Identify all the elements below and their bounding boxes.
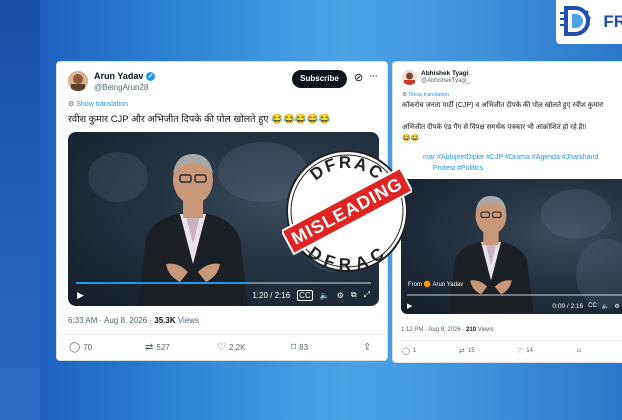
show-translation-text: Show translation: [76, 101, 128, 108]
author-name[interactable]: Abhishek Tyagi: [421, 70, 469, 77]
avatar[interactable]: [68, 71, 88, 91]
bookmark-icon: ⌑: [577, 348, 581, 355]
retweet-button[interactable]: ⇄ 527: [145, 342, 170, 353]
fullscreen-icon[interactable]: ⤢: [364, 290, 370, 300]
author-handle[interactable]: @BeingArun28: [94, 83, 148, 92]
avatar[interactable]: [402, 70, 417, 85]
volume-icon[interactable]: 🔈: [320, 291, 330, 300]
play-icon[interactable]: ▶: [407, 302, 412, 310]
settings-icon[interactable]: ⚙: [614, 303, 619, 310]
retweet-button[interactable]: ⇄ 15: [459, 347, 475, 355]
play-icon[interactable]: ▶: [77, 290, 84, 301]
translate-icon: ⚙: [68, 101, 75, 108]
retweet-count: 527: [156, 343, 170, 352]
tweet-emoji: 😂😂: [402, 135, 420, 142]
reply-button[interactable]: ◯ 70: [69, 342, 92, 353]
subscribe-button[interactable]: Subscribe: [292, 70, 347, 88]
grok-icon[interactable]: ⊘: [354, 71, 363, 84]
heart-icon: ♡: [217, 342, 226, 353]
hashtags-line1[interactable]: mar #AbhijeetDipke #CJP #Drama #Agenda #…: [423, 154, 598, 161]
reply-icon: ◯: [402, 348, 410, 355]
pip-icon[interactable]: ⧉: [351, 290, 357, 300]
tweet-meta: 1:12 PM · Aug 8, 2026 · 210 Views: [401, 327, 494, 333]
author-name[interactable]: Arun Yadav ✓: [94, 71, 156, 81]
bookmark-button[interactable]: ⌑: [577, 347, 581, 355]
translate-icon: ⚙: [402, 92, 407, 98]
captions-icon[interactable]: CC: [297, 289, 313, 301]
share-icon: ⇪: [363, 342, 372, 353]
hashtags-line2[interactable]: Protest #Politics: [433, 165, 483, 172]
dfrac-logo-mark-icon: [560, 6, 591, 36]
share-button[interactable]: ⇪: [363, 342, 371, 353]
video-progress-track[interactable]: [407, 294, 622, 296]
like-count: 2.2K: [228, 343, 246, 352]
timestamp[interactable]: 6:33 AM · Aug 8, 2026 ·: [68, 316, 154, 325]
show-translation-link[interactable]: ⚙ Show translation: [402, 92, 449, 98]
verified-badge-icon: ✓: [146, 72, 156, 81]
tweet-text-line1: कॉकरोच जनता पार्टी (CJP) व अभिजीत दीपके …: [402, 102, 604, 109]
like-button[interactable]: ♡ 14: [517, 347, 533, 355]
show-translation-link[interactable]: ⚙ Show translation: [68, 100, 128, 108]
retweet-icon: ⇄: [459, 348, 465, 355]
show-translation-text: Show translation: [408, 92, 450, 98]
divider: [57, 334, 387, 335]
tweet-text: रवीश कुमार CJP और अभिजीत दिपके की पोल खो…: [68, 114, 331, 125]
more-options-icon[interactable]: ···: [369, 70, 378, 82]
reply-count: 1: [412, 348, 417, 354]
reply-count: 70: [83, 343, 93, 352]
bg-bokeh: [541, 189, 611, 239]
volume-icon[interactable]: 🔈: [602, 303, 609, 310]
views-count: 35.3K: [154, 316, 176, 325]
author-handle[interactable]: @AbhishekTyagi_: [421, 78, 469, 84]
reply-icon: ◯: [69, 342, 81, 353]
timestamp[interactable]: 1:12 PM · Aug 8, 2026 ·: [401, 327, 466, 333]
settings-icon[interactable]: ⚙: [337, 291, 344, 300]
divider: [393, 340, 622, 341]
tweet-card-abhishek: Abhishek Tyagi @AbhishekTyagi_ ⚙ Show tr…: [392, 61, 622, 363]
heart-icon: ♡: [517, 348, 524, 355]
logo-text: FR: [603, 12, 622, 31]
captions-icon[interactable]: CC: [588, 303, 597, 309]
video-source-label[interactable]: From 🟠 Arun Yadav: [408, 281, 463, 288]
bookmark-icon: ⌑: [291, 342, 297, 353]
misleading-stamp: DFRAC DFRAC MISLEADING: [282, 150, 412, 274]
video-controls: ▶ 0:00 / 2:16 CC 🔈 ⚙ ⧉: [401, 298, 622, 314]
tweet-meta: 6:33 AM · Aug 8, 2026 · 35.3K Views: [68, 316, 199, 325]
video-controls: ▶ 1:20 / 2:16 CC 🔈 ⚙ ⧉ ⤢: [68, 284, 379, 306]
views-label: Views: [476, 327, 494, 333]
like-count: 14: [526, 348, 533, 354]
background-left-band: [0, 0, 40, 420]
video-player[interactable]: From 🟠 Arun Yadav ▶ 0:00 / 2:16 CC 🔈 ⚙ ⧉: [401, 179, 622, 314]
author-name-text: Arun Yadav: [94, 71, 144, 81]
dfrac-logo: FR: [556, 0, 622, 44]
retweet-count: 15: [467, 348, 475, 354]
video-time: 0:00 / 2:16: [552, 302, 584, 310]
bookmark-button[interactable]: ⌑ 83: [291, 342, 308, 353]
reply-button[interactable]: ◯ 1: [402, 347, 416, 355]
views-count: 210: [466, 327, 477, 333]
views-label: Views: [175, 316, 200, 325]
tweet-text-line2: अभिजीत दीपके एंड गैंग से विपक्ष समर्थक प…: [402, 124, 587, 131]
video-time: 1:20 / 2:16: [252, 290, 291, 300]
like-button[interactable]: ♡ 2.2K: [217, 342, 245, 353]
bookmark-count: 83: [299, 343, 309, 352]
retweet-icon: ⇄: [145, 342, 154, 353]
